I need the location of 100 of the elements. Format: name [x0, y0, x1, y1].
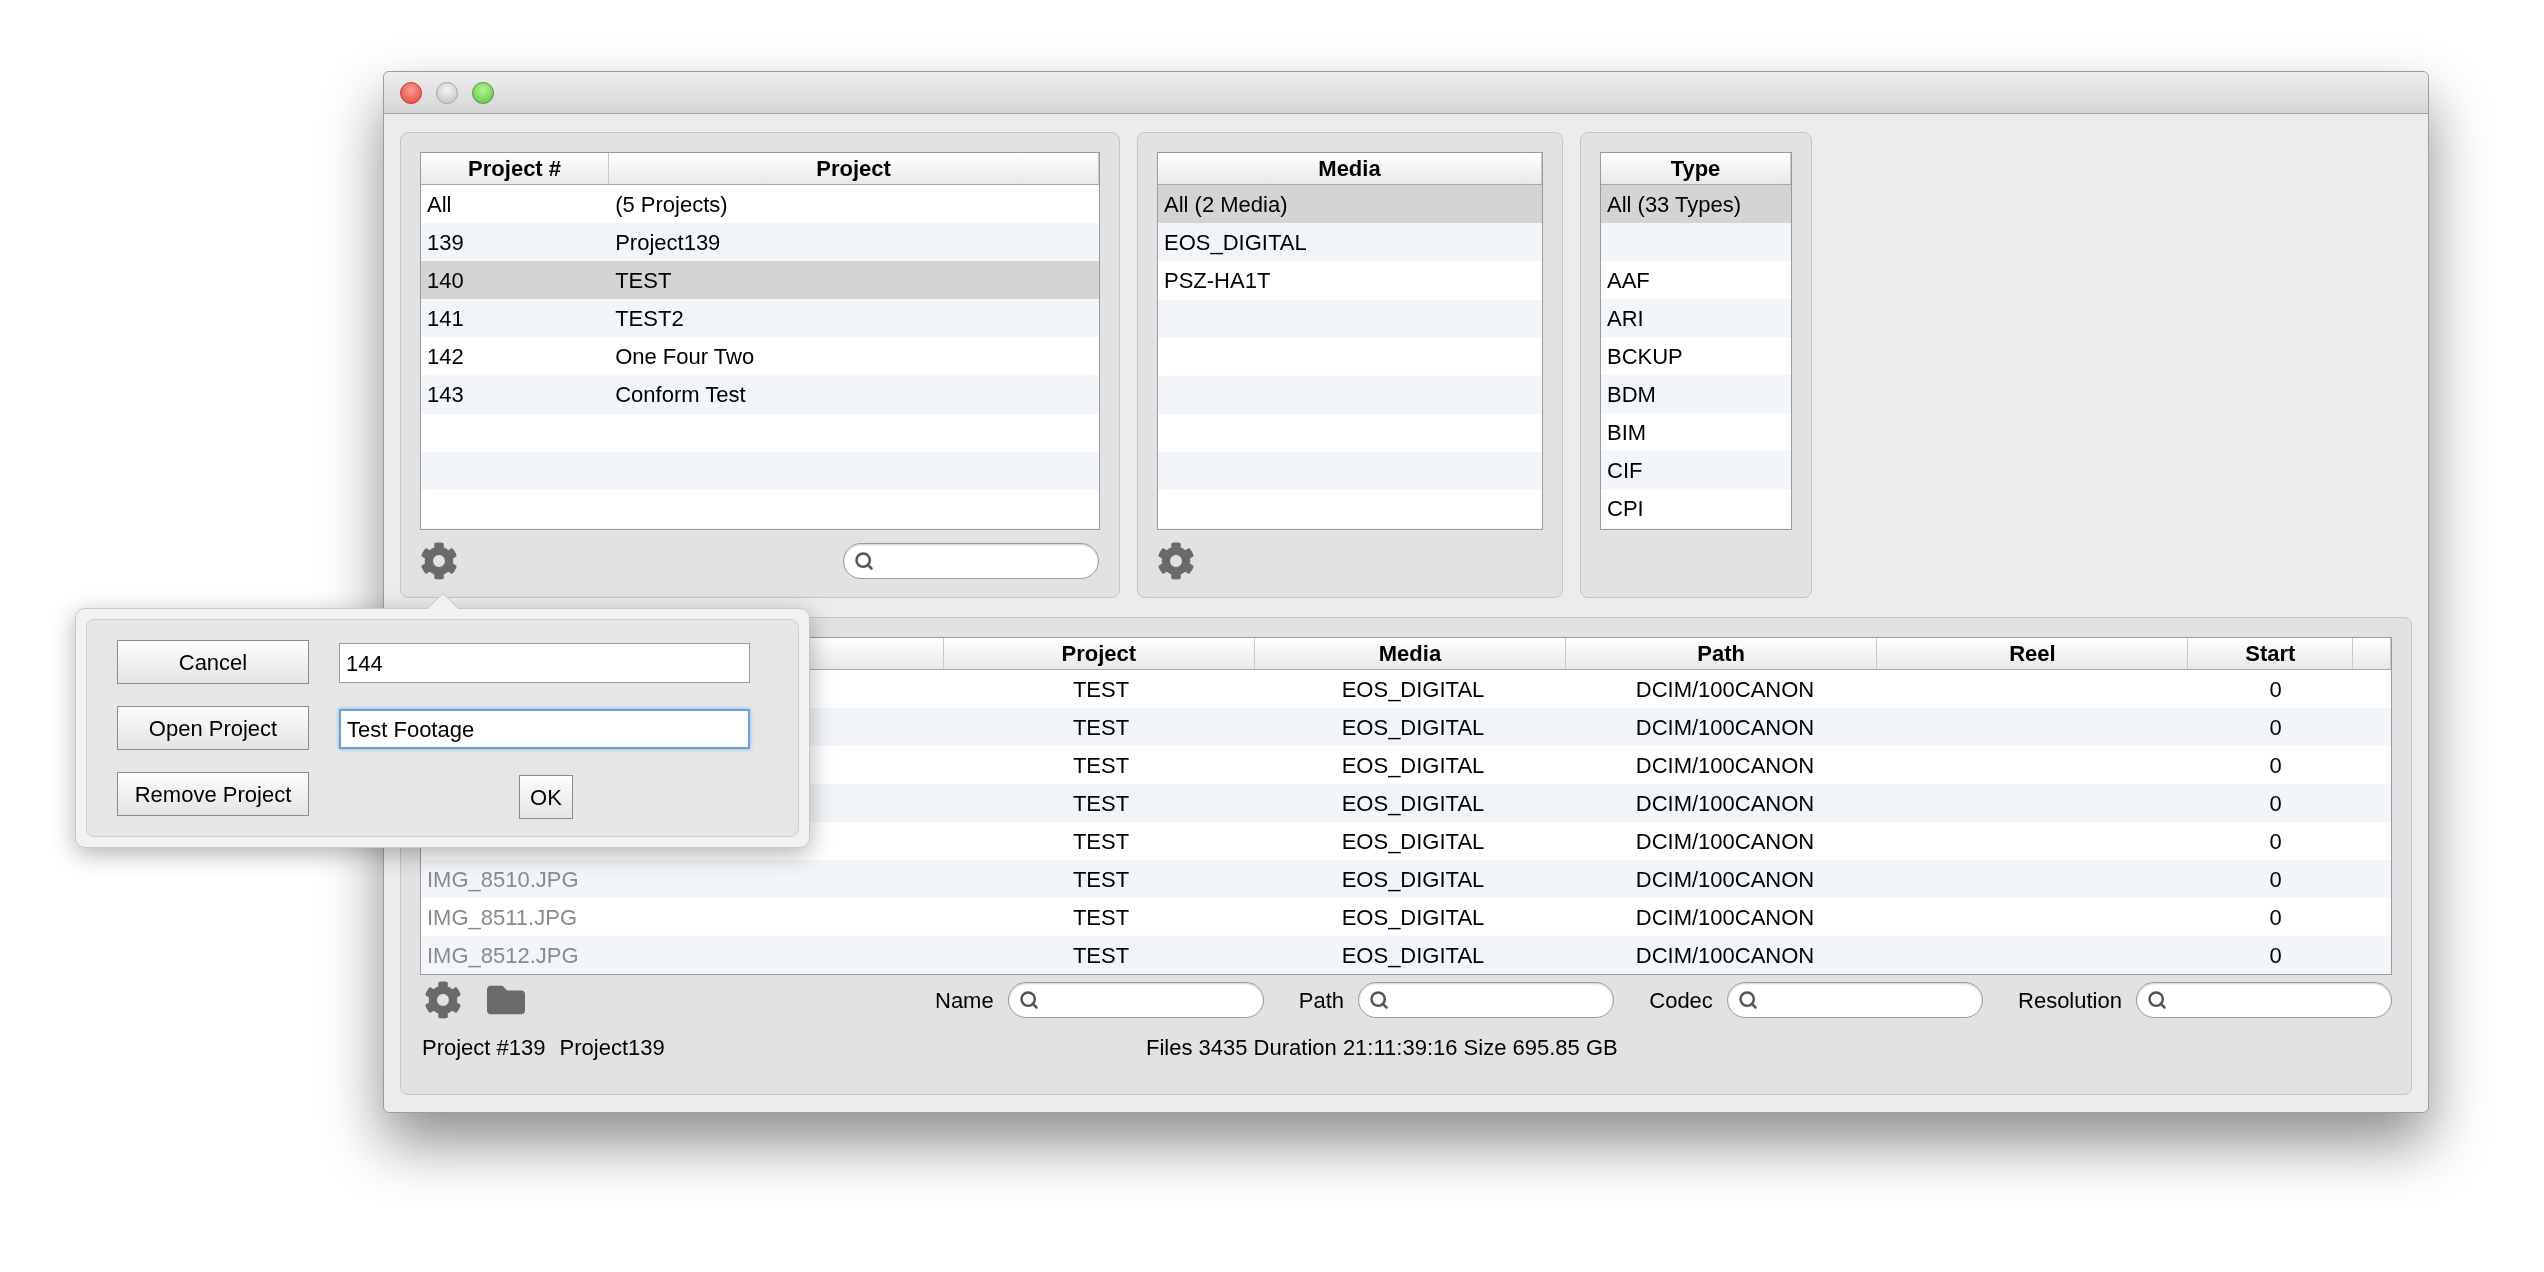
table-cell: CIF — [1607, 457, 1643, 483]
table-cell: 0 — [2269, 828, 2282, 854]
search-icon — [1369, 990, 1390, 1010]
table-cell: (5 Projects) — [615, 191, 728, 217]
table-cell: 142 — [427, 343, 464, 369]
settings-icon[interactable] — [1157, 542, 1195, 580]
minimize-button[interactable] — [436, 81, 458, 104]
table-cell: EOS_DIGITAL — [1164, 229, 1307, 255]
table-cell: AAF — [1607, 267, 1650, 293]
column-header[interactable]: Path — [1697, 638, 1745, 670]
column-header[interactable]: Start — [2245, 638, 2296, 670]
table-cell: 139 — [427, 229, 464, 255]
file-row[interactable]: IMG_8510.JPG TEST EOS_DIGITAL DCIM/100CANON 0 — [421, 860, 2391, 898]
file-row[interactable]: IMG_8512.JPG TEST EOS_DIGITAL DCIM/100CANON 0 — [421, 936, 2391, 974]
table-cell: All (2 Media) — [1164, 191, 1288, 217]
table-cell: 0 — [2269, 676, 2282, 702]
text-field[interactable]: Test Footage — [339, 709, 750, 749]
filter-label: Codec — [1649, 986, 1713, 1015]
table-cell: CPI — [1607, 495, 1644, 521]
popover-button[interactable]: Open Project — [117, 706, 309, 750]
table-cell: DCIM/100CANON — [1635, 790, 1815, 816]
project-number: Project #139 — [422, 1034, 546, 1062]
filter-label: Resolution — [2018, 986, 2122, 1015]
search-icon — [1018, 990, 1039, 1010]
table-cell: DCIM/100CANON — [1635, 752, 1815, 778]
table-cell: TEST2 — [615, 305, 684, 331]
table-cell: 140 — [427, 267, 464, 293]
table-cell: DCIM/100CANON — [1635, 676, 1815, 702]
table-cell: Project139 — [615, 229, 721, 255]
text-field[interactable]: 144 — [339, 643, 750, 683]
search-field[interactable] — [1726, 982, 1983, 1018]
table-cell: 0 — [2269, 714, 2282, 740]
table-cell: 0 — [2269, 904, 2282, 930]
table-cell: PSZ-HA1T — [1164, 267, 1271, 293]
table-cell: All (33 Types) — [1607, 191, 1742, 217]
close-button[interactable] — [400, 81, 422, 104]
column-header[interactable]: Project — [816, 153, 891, 185]
table-cell: TEST — [615, 267, 672, 293]
search-icon — [854, 551, 874, 571]
settings-icon[interactable] — [420, 542, 458, 580]
column-header[interactable]: Reel — [2009, 638, 2056, 670]
table-cell: 0 — [2269, 790, 2282, 816]
search-field[interactable] — [2135, 982, 2392, 1018]
table-cell: TEST — [1072, 676, 1130, 702]
search-field[interactable] — [1007, 982, 1264, 1018]
table-cell: TEST — [1072, 714, 1130, 740]
table-cell: All — [427, 191, 452, 217]
table-cell: EOS_DIGITAL — [1341, 752, 1485, 778]
table-cell: One Four Two — [615, 343, 755, 369]
file-name: IMG_8512.JPG — [427, 942, 579, 968]
table-cell: DCIM/100CANON — [1635, 942, 1815, 968]
project-row[interactable]: 140 TEST — [421, 261, 1099, 299]
column-header[interactable]: Project — [1061, 638, 1137, 670]
table-cell: DCIM/100CANON — [1635, 828, 1815, 854]
table-cell: TEST — [1072, 866, 1130, 892]
status-summary: Files 3435 Duration 21:11:39:16 Size 695.85 GB — [1146, 1034, 1618, 1062]
type-row[interactable]: All (33 Types) — [1601, 185, 1791, 223]
search-field[interactable] — [843, 543, 1099, 579]
table-cell: EOS_DIGITAL — [1341, 904, 1485, 930]
popover-button[interactable]: Cancel — [117, 640, 309, 684]
file-name: IMG_8510.JPG — [427, 866, 579, 892]
table-cell: 141 — [427, 305, 464, 331]
table-cell: 0 — [2269, 942, 2282, 968]
table-cell: 0 — [2269, 866, 2282, 892]
media-row[interactable]: All (2 Media) — [1158, 185, 1542, 223]
table-cell: EOS_DIGITAL — [1341, 714, 1485, 740]
popover-button[interactable]: Remove Project — [117, 772, 309, 816]
column-header[interactable]: Media — [1318, 153, 1381, 185]
table-cell: BDM — [1607, 381, 1656, 407]
table-cell: EOS_DIGITAL — [1341, 676, 1485, 702]
table-cell: DCIM/100CANON — [1635, 904, 1815, 930]
table-cell: BIM — [1607, 419, 1647, 445]
table-cell: EOS_DIGITAL — [1341, 942, 1485, 968]
zoom-button[interactable] — [472, 81, 494, 104]
table-cell: DCIM/100CANON — [1635, 714, 1815, 740]
table-cell: TEST — [1072, 790, 1130, 816]
table-cell: EOS_DIGITAL — [1341, 828, 1485, 854]
search-icon — [1737, 990, 1758, 1010]
ok-button[interactable]: OK — [519, 775, 573, 819]
project-name: Project139 — [559, 1034, 665, 1062]
filter-label: Name — [935, 986, 994, 1015]
search-field[interactable] — [1358, 982, 1615, 1018]
column-header[interactable]: Project # — [468, 153, 562, 185]
table-cell: Conform Test — [615, 381, 746, 407]
table-cell: DCIM/100CANON — [1635, 866, 1815, 892]
table-cell: BCKUP — [1607, 343, 1683, 369]
table-cell: TEST — [1072, 752, 1130, 778]
table-cell: 0 — [2269, 752, 2282, 778]
table-cell: EOS_DIGITAL — [1341, 866, 1485, 892]
table-cell: TEST — [1072, 942, 1130, 968]
table-cell: 143 — [427, 381, 464, 407]
settings-icon[interactable] — [424, 981, 462, 1019]
table-cell: TEST — [1072, 904, 1130, 930]
filter-label: Path — [1298, 986, 1345, 1015]
table-cell: TEST — [1072, 828, 1130, 854]
table-cell: ARI — [1607, 305, 1644, 331]
table-cell: EOS_DIGITAL — [1341, 790, 1485, 816]
file-name: IMG_8511.JPG — [427, 904, 577, 930]
column-header[interactable]: Media — [1378, 638, 1442, 670]
search-icon — [2146, 990, 2167, 1010]
